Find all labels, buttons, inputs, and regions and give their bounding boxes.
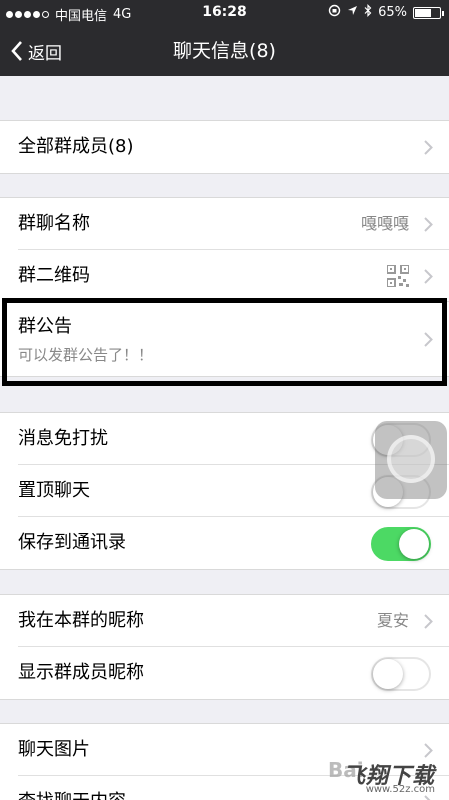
members-group: 全部群成员(8) xyxy=(0,120,449,174)
chevron-right-icon xyxy=(424,140,433,155)
pin-chat-label: 置顶聊天 xyxy=(18,480,90,501)
group-notice-row[interactable]: 群公告 可以发群公告了！！ xyxy=(18,302,449,376)
chevron-right-icon xyxy=(424,743,433,758)
status-bar-right: 65% xyxy=(328,4,444,21)
chevron-right-icon xyxy=(424,269,433,284)
group-qr-label: 群二维码 xyxy=(18,265,90,286)
bluetooth-icon xyxy=(364,4,372,21)
rotation-lock-icon xyxy=(328,4,341,21)
toggle-knob xyxy=(373,659,403,689)
show-nickname-toggle[interactable] xyxy=(371,657,431,691)
group-name-row[interactable]: 群聊名称 嘎嘎嘎 xyxy=(18,198,449,250)
show-nickname-row: 显示群成员昵称 xyxy=(18,647,449,699)
page-title: 聊天信息(8) xyxy=(173,40,276,62)
my-nickname-label: 我在本群的昵称 xyxy=(18,610,144,631)
save-contacts-label: 保存到通讯录 xyxy=(18,532,126,553)
all-members-label: 全部群成员(8) xyxy=(18,136,134,157)
save-contacts-toggle[interactable] xyxy=(371,527,431,561)
assistive-touch-button[interactable] xyxy=(375,421,447,499)
battery-percent: 65% xyxy=(378,5,407,20)
mute-label: 消息免打扰 xyxy=(18,428,108,449)
chevron-right-icon xyxy=(424,614,433,629)
nickname-section: 我在本群的昵称 夏安 显示群成员昵称 xyxy=(0,594,449,700)
chevron-right-icon xyxy=(424,795,431,800)
group-notice-label: 群公告 xyxy=(18,316,72,337)
group-name-label: 群聊名称 xyxy=(18,213,90,234)
chat-photos-label: 聊天图片 xyxy=(18,739,90,760)
site-watermark-url: www.52z.com xyxy=(365,784,435,795)
group-name-value: 嘎嘎嘎 xyxy=(360,214,409,233)
group-info-section: 群聊名称 嘎嘎嘎 群二维码 群公告 可以发群公告了！！ xyxy=(0,197,449,377)
my-nickname-value: 夏安 xyxy=(376,611,409,630)
chevron-right-icon xyxy=(424,217,433,232)
chevron-right-icon xyxy=(424,332,433,347)
search-chat-label: 查找聊天内容 xyxy=(18,776,126,800)
save-contacts-row: 保存到通讯录 xyxy=(18,517,449,569)
battery-icon xyxy=(413,6,444,19)
show-nickname-label: 显示群成员昵称 xyxy=(18,662,144,683)
assistive-touch-icon xyxy=(387,435,435,483)
group-qr-row[interactable]: 群二维码 xyxy=(18,250,449,302)
status-bar: 中国电信 4G 16:28 65% xyxy=(0,0,449,26)
navigation-bar: 返回 聊天信息(8) xyxy=(0,26,449,76)
location-arrow-icon xyxy=(347,5,358,20)
toggle-knob xyxy=(399,529,429,559)
group-notice-text: 可以发群公告了！！ xyxy=(18,346,154,364)
qr-code-icon xyxy=(387,265,409,287)
all-members-row[interactable]: 全部群成员(8) xyxy=(18,121,449,173)
my-nickname-row[interactable]: 我在本群的昵称 夏安 xyxy=(18,595,449,647)
